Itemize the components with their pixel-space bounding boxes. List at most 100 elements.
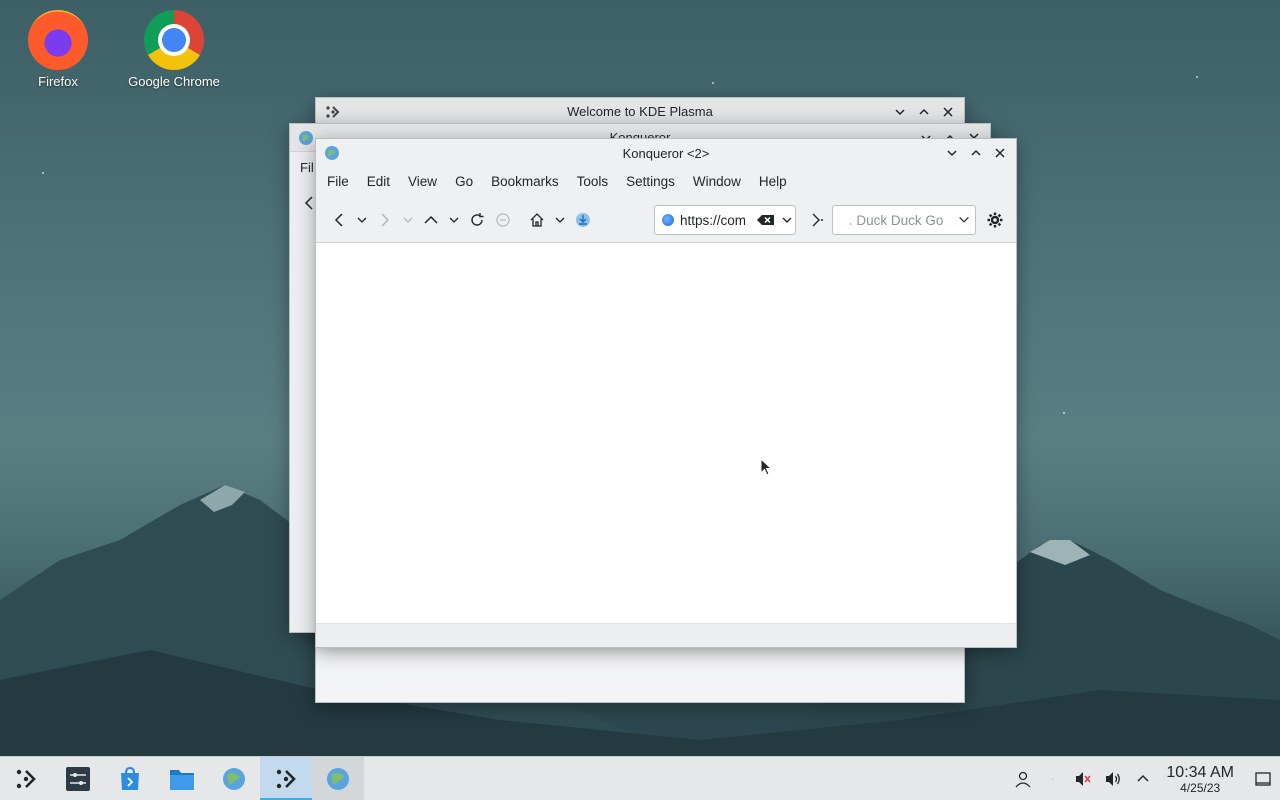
settings-button[interactable] bbox=[982, 207, 1008, 233]
reload-button[interactable] bbox=[464, 207, 490, 233]
chevron-up-icon bbox=[919, 108, 929, 115]
window-title: Welcome to KDE Plasma bbox=[567, 104, 713, 119]
konqueror-icon bbox=[299, 131, 313, 145]
task-discover[interactable] bbox=[104, 757, 156, 800]
mouse-cursor-icon bbox=[760, 458, 772, 476]
main-toolbar: https://com ¸ Duck Duck Go bbox=[316, 197, 1016, 243]
dolphin-icon bbox=[170, 769, 194, 790]
show-desktop-icon bbox=[1255, 772, 1271, 786]
home-button[interactable] bbox=[524, 207, 550, 233]
close-button[interactable] bbox=[990, 143, 1010, 163]
chevron-down-icon bbox=[449, 217, 459, 223]
task-konqueror[interactable] bbox=[208, 757, 260, 800]
chevron-down-icon[interactable] bbox=[779, 212, 795, 228]
maximize-button[interactable] bbox=[966, 143, 986, 163]
desktop-icon-firefox[interactable]: Firefox bbox=[3, 10, 113, 89]
menu-help[interactable]: Help bbox=[752, 167, 794, 197]
app-launcher-icon bbox=[16, 769, 36, 788]
task-konqueror-2[interactable] bbox=[312, 756, 364, 800]
volume-button[interactable] bbox=[1098, 757, 1128, 800]
star bbox=[1063, 412, 1065, 414]
search-provider-icon: ¸ bbox=[849, 214, 853, 226]
clock-time: 10:34 AM bbox=[1166, 763, 1234, 781]
volume-icon bbox=[1106, 772, 1121, 786]
star bbox=[712, 82, 714, 84]
desktop-icon-label: Google Chrome bbox=[128, 74, 220, 89]
chevron-down-icon bbox=[947, 150, 957, 157]
network-icon bbox=[1052, 778, 1055, 780]
chevron-down-icon bbox=[895, 109, 905, 116]
search-box[interactable]: ¸ Duck Duck Go bbox=[832, 205, 976, 235]
konqueror-main-window[interactable]: Konqueror <2> File Edit View Go Bookmark… bbox=[315, 138, 1017, 648]
discover-icon bbox=[121, 766, 139, 790]
reload-icon bbox=[471, 212, 484, 226]
stop-button[interactable] bbox=[490, 207, 516, 233]
back-history-button[interactable] bbox=[352, 207, 372, 233]
url-bar[interactable]: https://com bbox=[654, 205, 796, 235]
clock-date: 4/25/23 bbox=[1180, 780, 1221, 795]
search-placeholder: Duck Duck Go bbox=[856, 212, 944, 228]
close-icon bbox=[995, 148, 1005, 158]
globe-icon bbox=[662, 214, 674, 226]
forward-history-button[interactable] bbox=[398, 207, 418, 233]
user-icon bbox=[1015, 771, 1031, 788]
app-launcher-button[interactable] bbox=[0, 757, 52, 800]
menu-edit[interactable]: Edit bbox=[360, 167, 397, 197]
welcome-center-icon bbox=[276, 769, 296, 788]
menu-window[interactable]: Window bbox=[686, 167, 748, 197]
close-button[interactable] bbox=[938, 102, 958, 122]
user-switcher-button[interactable] bbox=[1008, 757, 1038, 800]
chevron-down-icon bbox=[357, 217, 367, 223]
chevron-up-icon bbox=[1137, 774, 1149, 782]
system-tray: 10:34 AM 4/25/23 bbox=[1008, 757, 1280, 800]
minimize-button[interactable] bbox=[942, 143, 962, 163]
konqueror-titlebar[interactable]: Konqueror <2> bbox=[316, 139, 1016, 167]
forward-button[interactable] bbox=[372, 207, 398, 233]
download-button[interactable] bbox=[570, 207, 596, 233]
network-button[interactable] bbox=[1038, 757, 1068, 800]
up-button[interactable] bbox=[418, 207, 444, 233]
menu-view[interactable]: View bbox=[401, 167, 444, 197]
maximize-button[interactable] bbox=[914, 102, 934, 122]
menu-file[interactable]: File bbox=[320, 167, 356, 197]
home-icon bbox=[530, 212, 544, 227]
welcome-titlebar[interactable]: Welcome to KDE Plasma bbox=[316, 98, 964, 126]
chevron-down-icon[interactable] bbox=[957, 213, 971, 227]
digital-clock[interactable]: 10:34 AM 4/25/23 bbox=[1166, 763, 1234, 795]
star bbox=[42, 172, 44, 174]
minimize-button[interactable] bbox=[890, 102, 910, 122]
task-welcome-center[interactable] bbox=[260, 756, 312, 800]
back-arrow-icon[interactable] bbox=[304, 196, 314, 210]
desktop-icon-chrome[interactable]: Google Chrome bbox=[119, 10, 229, 89]
audio-muted-icon bbox=[1076, 772, 1092, 786]
tray-expand-button[interactable] bbox=[1128, 757, 1158, 800]
go-button[interactable] bbox=[804, 207, 830, 233]
star bbox=[1196, 76, 1198, 78]
menu-settings[interactable]: Settings bbox=[619, 167, 682, 197]
download-icon bbox=[576, 212, 590, 227]
menu-bookmarks[interactable]: Bookmarks bbox=[484, 167, 566, 197]
window-title: Konqueror <2> bbox=[622, 145, 710, 161]
system-settings-icon bbox=[66, 766, 90, 791]
up-arrow-icon bbox=[424, 215, 438, 224]
menu-go[interactable]: Go bbox=[448, 167, 480, 197]
web-content-area[interactable] bbox=[316, 244, 1016, 624]
close-icon bbox=[943, 107, 953, 117]
desktop-icon-label: Firefox bbox=[38, 74, 78, 89]
menu-tools[interactable]: Tools bbox=[570, 167, 616, 197]
up-history-button[interactable] bbox=[444, 207, 464, 233]
konqueror-icon bbox=[327, 767, 349, 790]
url-text[interactable]: https://com bbox=[680, 213, 757, 228]
back-arrow-icon bbox=[334, 212, 343, 227]
chevron-down-icon bbox=[555, 217, 565, 223]
audio-mute-button[interactable] bbox=[1068, 757, 1098, 800]
welcome-center-icon bbox=[326, 106, 340, 118]
back-button[interactable] bbox=[326, 207, 352, 233]
task-system-settings[interactable] bbox=[52, 757, 104, 800]
task-dolphin[interactable] bbox=[156, 757, 208, 800]
clear-text-icon[interactable] bbox=[757, 214, 775, 226]
home-menu-button[interactable] bbox=[550, 207, 570, 233]
konqueror-icon bbox=[223, 767, 245, 790]
show-desktop-button[interactable] bbox=[1246, 757, 1280, 800]
menu-file[interactable]: Fil bbox=[300, 160, 314, 175]
